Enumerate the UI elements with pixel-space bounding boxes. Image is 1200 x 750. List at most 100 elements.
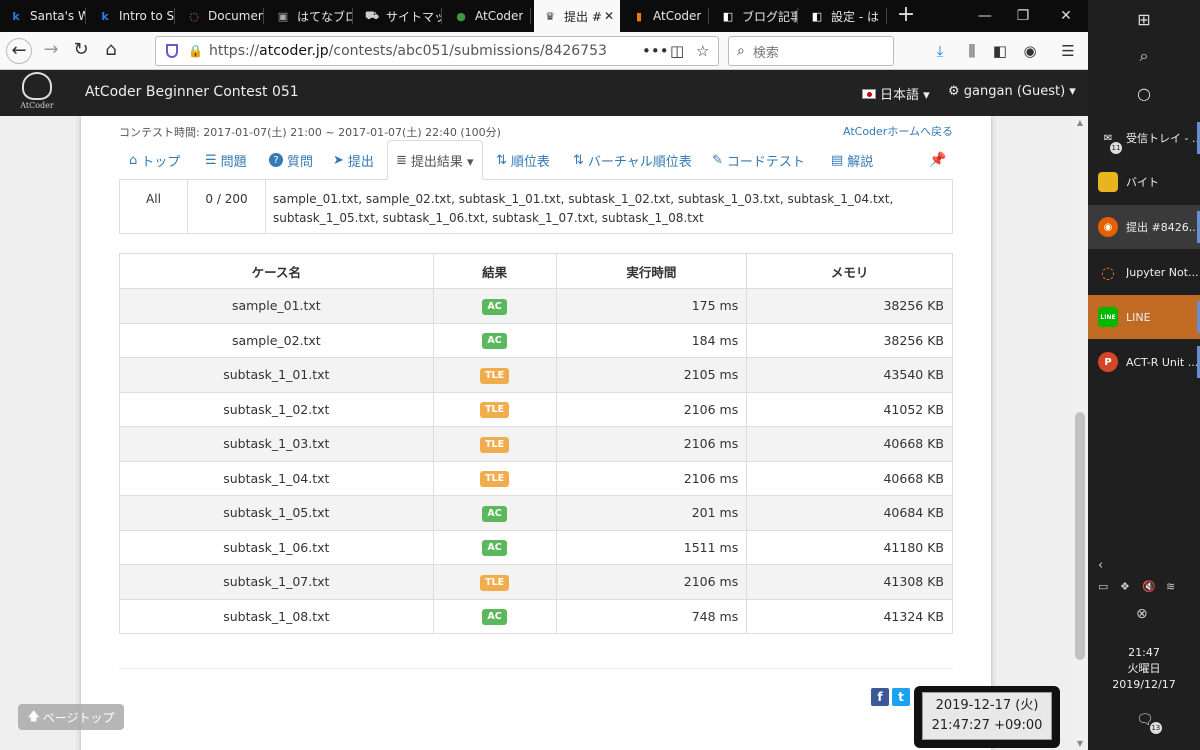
- chevron-left-icon[interactable]: ‹: [1098, 558, 1103, 573]
- scroll-down-icon[interactable]: ▼: [1072, 739, 1088, 748]
- windows-taskbar: ⊞ ⌕ ○ ✉ 11 受信トレイ - ... ▮ バイト ◉ 提出 #8426... ◌…: [1088, 0, 1200, 750]
- url-bar[interactable]: 🔒 https://atcoder.jp/contests/abc051/sub…: [155, 36, 719, 66]
- home-button[interactable]: ⌂: [98, 38, 124, 64]
- browser-window: kSanta's W kIntro to Sa ◌Document ▣はてなブロ…: [0, 0, 1088, 750]
- tab-favicon-icon: ▣: [277, 9, 289, 23]
- page-scrollbar[interactable]: ▲ ▼: [1072, 116, 1088, 750]
- tab-problems[interactable]: ☰ 問題: [205, 140, 247, 180]
- notification-icon[interactable]: 🗨 13: [1136, 712, 1162, 734]
- column-header-memory: メモリ: [746, 253, 953, 289]
- tab-code-test[interactable]: ✎ コードテスト: [712, 140, 805, 180]
- case-name: subtask_1_03.txt: [119, 426, 434, 462]
- wifi-icon[interactable]: ≋: [1166, 580, 1175, 593]
- taskbar-clock[interactable]: 21:47 火曜日 2019/12/17: [1088, 645, 1200, 693]
- tab-questions[interactable]: ? 質問: [269, 140, 313, 180]
- user-dropdown[interactable]: ⚙ gangan (Guest) ▾: [948, 84, 1076, 99]
- case-name: sample_01.txt: [119, 288, 434, 324]
- browser-tab-active[interactable]: ♛ 提出 # ✕: [534, 0, 620, 32]
- atcoder-home-link[interactable]: AtCoderホームへ戻る: [843, 123, 953, 139]
- tab-favicon-icon: ●: [456, 9, 466, 23]
- taskbar-item-firefox[interactable]: ◉ 提出 #8426...: [1088, 205, 1200, 249]
- scroll-up-icon[interactable]: ▲: [1072, 118, 1088, 127]
- pocket-icon[interactable]: ◫: [670, 42, 684, 60]
- exec-time: 175 ms: [555, 288, 748, 324]
- page-actions-icon[interactable]: •••: [642, 42, 669, 60]
- table-row: subtask_1_06.txt AC 1511 ms 41180 KB: [119, 529, 953, 565]
- send-icon: ➤: [333, 152, 344, 168]
- taskbar-item-jupyter[interactable]: ◌ Jupyter Not...: [1088, 250, 1200, 294]
- status-badge: AC: [482, 505, 507, 522]
- reload-button[interactable]: ↻: [68, 38, 94, 64]
- browser-tab[interactable]: kIntro to Sa: [89, 0, 175, 32]
- site-header: AtCoder AtCoder Beginner Contest 051 日本語…: [0, 70, 1088, 116]
- status-badge: AC: [482, 609, 507, 626]
- forward-button[interactable]: →: [38, 38, 64, 64]
- library-icon[interactable]: ⫼: [962, 42, 982, 60]
- browser-tab[interactable]: ⛟サイトマップ: [356, 0, 442, 32]
- close-circle-icon[interactable]: ⊗: [1136, 606, 1148, 622]
- twitter-share-icon[interactable]: t: [892, 688, 910, 706]
- dropbox-icon[interactable]: ❖: [1120, 580, 1130, 593]
- memory: 40668 KB: [746, 460, 953, 496]
- taskbar-item-mail[interactable]: ✉ 11 受信トレイ - ...: [1088, 116, 1200, 160]
- exec-time: 2106 ms: [555, 460, 748, 496]
- tab-virtual-standings[interactable]: ⇅ バーチャル順位表: [573, 140, 692, 180]
- restore-button[interactable]: ❐: [1005, 0, 1041, 32]
- cortana-icon[interactable]: ○: [1134, 84, 1154, 103]
- menu-icon[interactable]: ☰: [1058, 42, 1078, 60]
- question-icon: ?: [269, 153, 283, 167]
- browser-tab[interactable]: ◧ 設定 - は: [801, 0, 887, 32]
- case-name: subtask_1_08.txt: [119, 598, 434, 634]
- sidebar-icon[interactable]: ◧: [990, 42, 1010, 60]
- bookmark-star-icon[interactable]: ☆: [696, 42, 709, 60]
- close-window-button[interactable]: ✕: [1048, 0, 1084, 32]
- back-button[interactable]: ←: [6, 38, 32, 64]
- search-icon[interactable]: ⌕: [1134, 46, 1154, 66]
- taskbar-item-folder[interactable]: ▮ バイト: [1088, 160, 1200, 204]
- account-icon[interactable]: ◉: [1020, 42, 1040, 60]
- memory: 43540 KB: [746, 357, 953, 393]
- tracking-shield-icon[interactable]: [166, 44, 178, 58]
- atcoder-logo[interactable]: AtCoder: [14, 72, 60, 114]
- sort-icon: ⇅: [573, 152, 584, 168]
- exec-time: 748 ms: [555, 598, 748, 634]
- browser-tab[interactable]: ▣ はてなブロ: [267, 0, 353, 32]
- navigation-toolbar: ← → ↻ ⌂ 🔒 https://atcoder.jp/contests/ab…: [0, 32, 1088, 70]
- new-tab-button[interactable]: +: [895, 0, 917, 32]
- scrollbar-thumb[interactable]: [1075, 412, 1085, 660]
- tab-results[interactable]: ≣ 提出結果 ▾: [387, 140, 483, 180]
- tab-editorial[interactable]: ▤ 解説: [831, 140, 873, 180]
- set-score: 0 / 200: [188, 180, 266, 233]
- tab-standings[interactable]: ⇅ 順位表: [496, 140, 550, 180]
- facebook-share-icon[interactable]: f: [871, 688, 889, 706]
- home-icon: ⌂: [129, 152, 138, 168]
- browser-tab[interactable]: k Santa's W: [0, 0, 86, 32]
- taskbar-item-powerpoint[interactable]: P ACT-R Unit ...: [1088, 340, 1200, 384]
- browser-tab[interactable]: ● AtCoder: [445, 0, 531, 32]
- page-top-button[interactable]: 🡅 ページトップ: [18, 704, 124, 730]
- search-input[interactable]: ⌕ 検索: [728, 36, 894, 66]
- tab-submit[interactable]: ➤ 提出: [333, 140, 374, 180]
- table-row: subtask_1_05.txt AC 201 ms 40684 KB: [119, 495, 953, 531]
- pin-icon[interactable]: 📌: [929, 152, 946, 168]
- windows-start-icon[interactable]: ⊞: [1134, 10, 1154, 29]
- memory: 38256 KB: [746, 288, 953, 324]
- browser-tab[interactable]: ◌ Document: [178, 0, 264, 32]
- taskbar-item-line[interactable]: LINE LINE: [1088, 295, 1200, 339]
- mute-icon[interactable]: 🔇: [1142, 580, 1156, 593]
- table-row: subtask_1_01.txt TLE 2105 ms 43540 KB: [119, 357, 953, 393]
- browser-tab[interactable]: ◧ ブログ記事: [712, 0, 798, 32]
- tab-close-icon[interactable]: ✕: [604, 9, 614, 23]
- tab-top[interactable]: ⌂ トップ: [129, 140, 180, 180]
- battery-icon[interactable]: ▭: [1098, 580, 1108, 593]
- download-icon[interactable]: ⤓: [930, 42, 950, 60]
- language-dropdown[interactable]: 日本語 ▾: [862, 84, 930, 103]
- set-cases: sample_01.txt, sample_02.txt, subtask_1_…: [273, 192, 894, 225]
- powerpoint-icon: P: [1098, 352, 1118, 372]
- browser-tab[interactable]: ▮ AtCoder: [623, 0, 709, 32]
- table-row: subtask_1_04.txt TLE 2106 ms 40668 KB: [119, 460, 953, 496]
- contest-title[interactable]: AtCoder Beginner Contest 051: [85, 84, 299, 100]
- line-icon: LINE: [1098, 307, 1118, 327]
- minimize-button[interactable]: —: [967, 0, 1003, 32]
- lock-icon[interactable]: 🔒: [188, 44, 203, 58]
